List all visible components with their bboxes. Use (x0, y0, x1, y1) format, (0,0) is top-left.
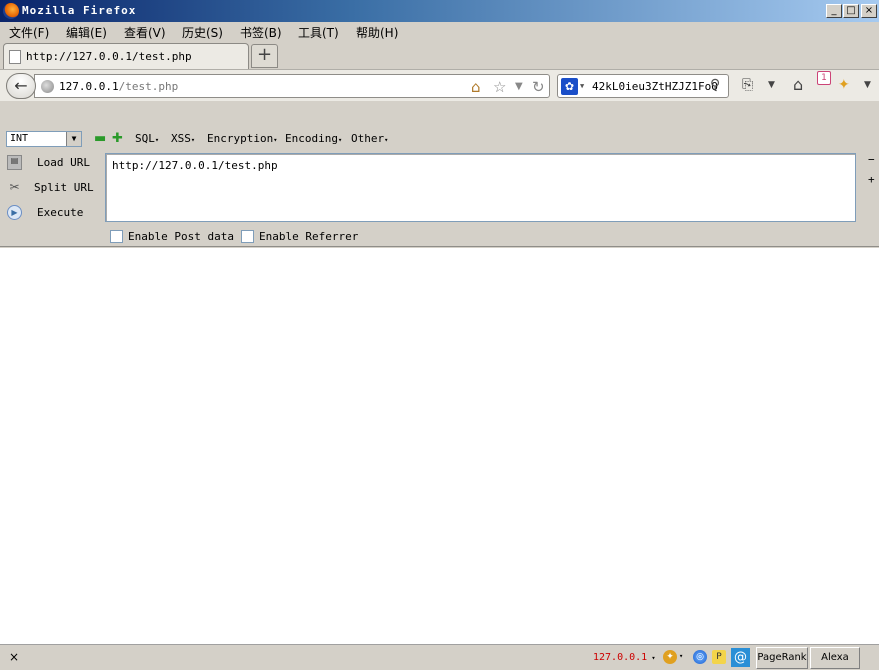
window-title: Mozilla Firefox (22, 4, 137, 17)
menu-encoding-label: Encoding (285, 132, 338, 145)
home-icon[interactable]: ⌂ (793, 75, 803, 94)
menu-sql-label: SQL (135, 132, 155, 145)
engine-dropdown-icon[interactable]: ▼ (580, 82, 584, 90)
menu-encryption[interactable]: Encryption▾ (207, 132, 277, 145)
menu-sql[interactable]: SQL▾ (135, 132, 159, 145)
ip-address-text: 127.0.0.1 (593, 652, 648, 663)
baidu-paw-icon[interactable]: ✿ (561, 78, 578, 95)
enable-referrer-label: Enable Referrer (259, 230, 359, 243)
url-text: 127.0.0.1/test.php (59, 80, 178, 93)
pagerank-button[interactable]: PageRank (756, 647, 808, 669)
menu-encryption-label: Encryption (207, 132, 274, 145)
play-icon: ▶ (7, 205, 22, 220)
close-addon-bar-button[interactable]: × (9, 650, 19, 664)
shrink-textarea-button[interactable]: − (868, 153, 875, 166)
execute-button[interactable]: ▶ Execute (3, 203, 98, 223)
type-select-value: INT (10, 133, 29, 144)
menu-xss[interactable]: XSS▾ (171, 132, 195, 145)
navigation-bar: 127.0.0.1/test.php ⌂ ☆ ▼ ↻ ← ✿ ▼ 42kL0ie… (0, 69, 879, 101)
split-url-label: Split URL (34, 181, 94, 194)
type-select[interactable]: INT ▼ (6, 131, 82, 147)
bookmarks-icon[interactable]: ⎘ (742, 77, 753, 93)
tab-active[interactable]: http://127.0.0.1/test.php (3, 43, 249, 69)
enable-post-checkbox[interactable] (110, 230, 123, 243)
firebug-menu-icon[interactable]: ▼ (864, 80, 871, 90)
menu-encoding[interactable]: Encoding▾ (285, 132, 342, 145)
tab-title: http://127.0.0.1/test.php (26, 50, 192, 63)
increase-icon[interactable]: ✚ (112, 131, 123, 146)
split-url-button[interactable]: ✂ Split URL (3, 178, 98, 198)
notification-badge[interactable]: 1 (817, 71, 831, 85)
globe-icon (41, 80, 54, 93)
at-sign-icon[interactable]: @ (731, 648, 750, 667)
dropdown-icon[interactable]: ▼ (515, 81, 523, 92)
execute-label: Execute (37, 206, 84, 219)
url-host: 127.0.0.1 (59, 80, 119, 93)
globe-status-icon[interactable]: ◎ (693, 650, 707, 664)
menu-edit[interactable]: 编辑(E) (66, 24, 107, 41)
bookmarks-menu-icon[interactable]: ▼ (768, 80, 775, 90)
load-url-label: Load URL (37, 156, 90, 169)
menu-file[interactable]: 文件(F) (9, 24, 49, 41)
page-content (0, 248, 879, 644)
menu-help[interactable]: 帮助(H) (356, 24, 398, 41)
menu-tools[interactable]: 工具(T) (298, 24, 339, 41)
menu-other-label: Other (351, 132, 385, 145)
url-bar[interactable]: 127.0.0.1/test.php ⌂ ☆ ▼ ↻ (34, 74, 550, 98)
grow-textarea-button[interactable]: + (868, 173, 875, 186)
decrease-icon[interactable]: ▬ (94, 131, 106, 146)
hackbar-url-value: http://127.0.0.1/test.php (112, 159, 278, 172)
tab-strip: http://127.0.0.1/test.php + (0, 41, 879, 69)
enable-post-label: Enable Post data (128, 230, 234, 243)
hackbar-url-textarea[interactable]: http://127.0.0.1/test.php (105, 153, 856, 222)
load-url-icon: ▤ (7, 155, 22, 170)
menu-view[interactable]: 查看(V) (124, 24, 166, 41)
firefox-logo-icon (3, 3, 19, 19)
title-bar: Mozilla Firefox _ □ × (0, 0, 879, 22)
ip-address[interactable]: 127.0.0.1 ▾ (593, 652, 656, 663)
new-tab-button[interactable]: + (251, 44, 278, 68)
enable-referrer-checkbox[interactable] (241, 230, 254, 243)
star-icon[interactable]: ☆ (493, 78, 506, 96)
firebug-status-menu-icon[interactable]: ▾ (679, 652, 683, 660)
menu-bar: 文件(F) 编辑(E) 查看(V) 历史(S) 书签(B) 工具(T) 帮助(H… (0, 22, 879, 41)
close-button[interactable]: × (861, 4, 877, 18)
minimize-button[interactable]: _ (826, 4, 842, 18)
search-bar[interactable]: ✿ ▼ 42kL0ieu3ZtHZJZ1FoQ ⚲ (557, 74, 729, 98)
load-url-button[interactable]: ▤ Load URL (3, 153, 98, 173)
firebug-status-icon[interactable]: ✦ (663, 650, 677, 664)
alexa-button[interactable]: Alexa (810, 647, 860, 669)
menu-history[interactable]: 历史(S) (182, 24, 223, 41)
status-bar: × 127.0.0.1 ▾ ✦ ▾ ◎ P @ PageRank Alexa (0, 644, 879, 670)
menu-bookmarks[interactable]: 书签(B) (240, 24, 282, 41)
search-input[interactable]: 42kL0ieu3ZtHZJZ1FoQ (592, 80, 718, 93)
url-path: /test.php (118, 80, 179, 93)
home-bookmark-icon[interactable]: ⌂ (471, 78, 481, 96)
search-icon[interactable]: ⚲ (710, 77, 720, 93)
maximize-button[interactable]: □ (843, 4, 859, 18)
firebug-icon[interactable]: ✦ (838, 77, 850, 93)
menu-xss-label: XSS (171, 132, 191, 145)
hackbar-panel: INT ▼ ▬ ✚ SQL▾ XSS▾ Encryption▾ Encoding… (0, 101, 879, 247)
chevron-down-icon[interactable]: ▼ (66, 132, 81, 146)
pagerank-icon[interactable]: P (712, 650, 726, 664)
reload-icon[interactable]: ↻ (532, 78, 545, 96)
back-button[interactable]: ← (6, 73, 36, 99)
menu-other[interactable]: Other▾ (351, 132, 388, 145)
scissors-icon: ✂ (9, 180, 20, 194)
page-icon (9, 50, 21, 64)
